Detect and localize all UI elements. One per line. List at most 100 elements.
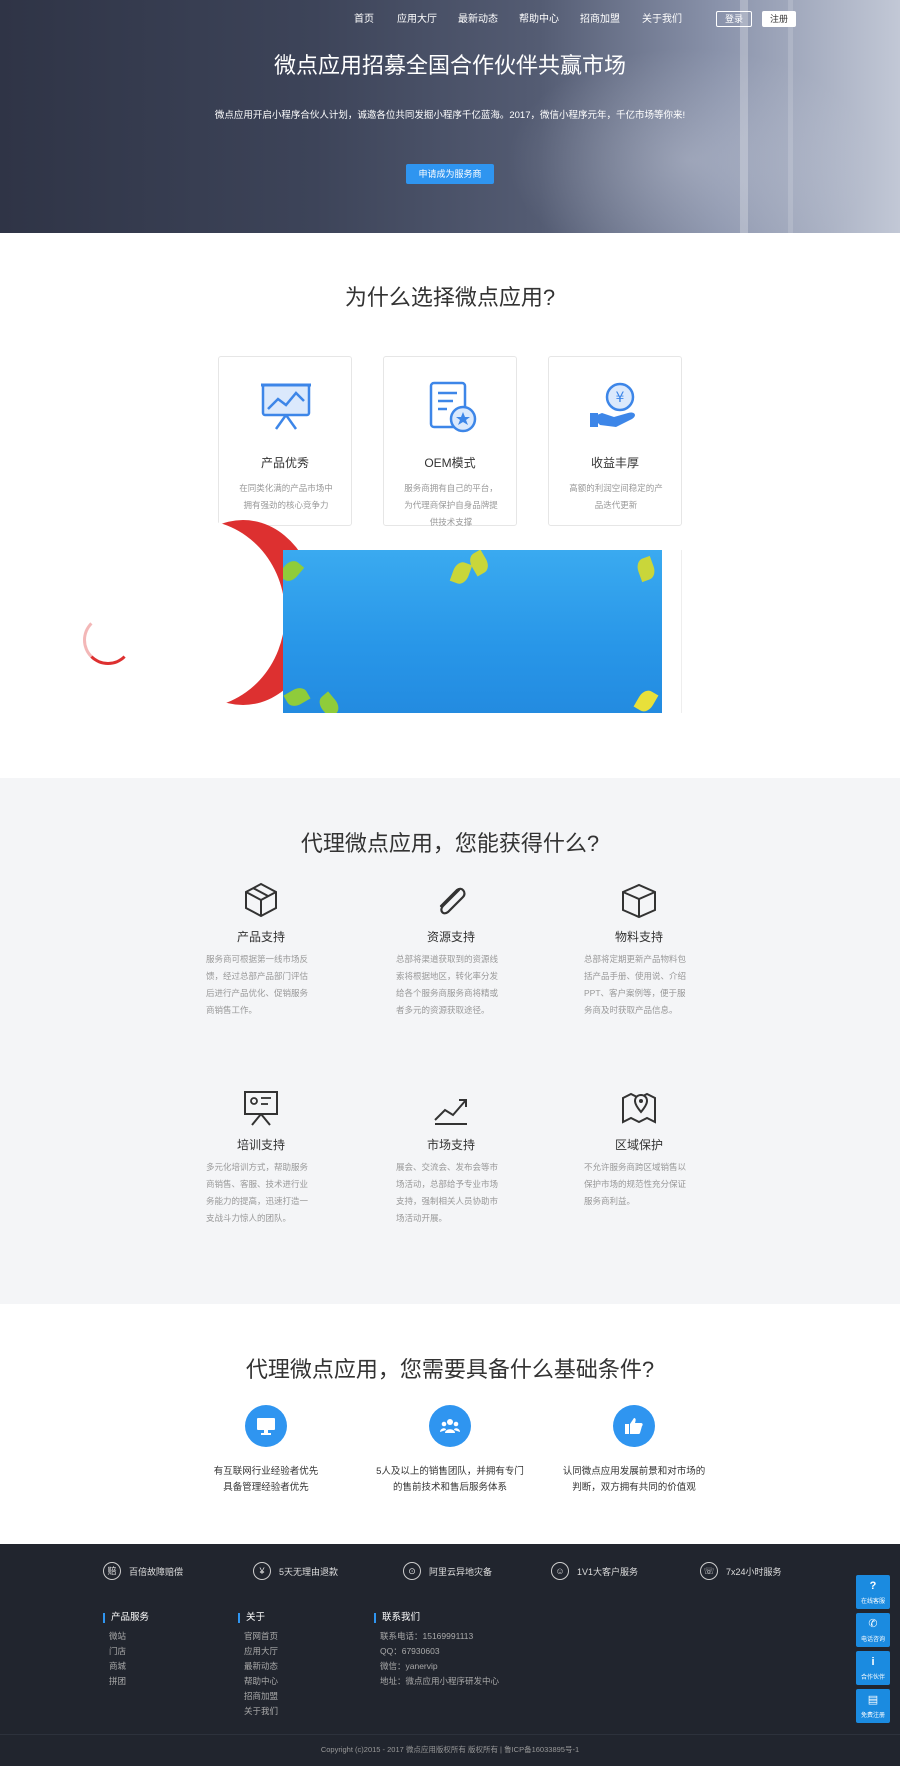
requirement-item: 有互联网行业经验者优先 具备管理经验者优先 — [186, 1405, 346, 1496]
benefit-title: 物料支持 — [614, 930, 663, 944]
footer-link[interactable]: 关于我们 — [244, 1704, 278, 1719]
benefit-item: 物料支持 总部将定期更新产品物料包括产品手册、使用说、介绍PPT、客户案例等，便… — [584, 880, 694, 1019]
footer-link[interactable]: 应用大厅 — [244, 1644, 278, 1659]
benefit-description: 服务商可根据第一线市场反馈，经过总部产品部门评估后进行产品优化、促销服务商销售工… — [206, 954, 309, 1015]
customer-icon: ☺ — [551, 1562, 569, 1580]
float-label: 在线客服 — [860, 1599, 885, 1605]
leaf-decoration — [449, 559, 473, 587]
footer-link[interactable]: 门店 — [109, 1644, 149, 1659]
monitor-icon — [245, 1405, 287, 1447]
footer: 赔 百倍故障赔偿 ¥ 5天无理由退款 ⊙ 阿里云异地灾备 ☺ 1V1大客户服务 … — [0, 1544, 900, 1766]
promise-text: 7x24小时服务 — [726, 1567, 782, 1577]
nav-item-app-hall[interactable]: 应用大厅 — [397, 10, 437, 25]
nav-item-home[interactable]: 首页 — [354, 10, 374, 25]
benefit-description: 不允许服务商跨区域销售以保护市场的规范性充分保证服务商利益。 — [584, 1162, 687, 1206]
leaf-decoration — [283, 557, 305, 585]
document-badge-icon — [429, 381, 477, 433]
promise-text: 百倍故障赔偿 — [129, 1567, 184, 1577]
partner-button[interactable]: i 合作伙伴 — [856, 1651, 890, 1685]
leaf-decoration — [466, 550, 492, 577]
hand-coin-icon: ¥ — [590, 382, 635, 427]
promise-text: 阿里云异地灾备 — [429, 1567, 493, 1577]
thumbs-up-icon — [613, 1405, 655, 1447]
card-title: OEM模式 — [424, 456, 476, 470]
requirement-item: 5人及以上的销售团队，并拥有专门 的售前技术和售后服务体系 — [370, 1405, 530, 1496]
banner-edge — [662, 550, 682, 713]
apply-partner-button[interactable]: 申请成为服务商 — [406, 164, 494, 184]
backup-icon: ⊙ — [403, 1562, 421, 1580]
compensation-icon: 赔 — [103, 1562, 121, 1580]
login-button[interactable]: 登录 — [716, 11, 752, 27]
requirement-text: 5人及以上的销售团队，并拥有专门 的售前技术和售后服务体系 — [376, 1466, 524, 1493]
leaf-decoration — [315, 691, 343, 713]
benefit-title: 市场支持 — [426, 1138, 475, 1152]
nav-item-about[interactable]: 关于我们 — [642, 10, 682, 25]
trend-chart-icon — [434, 1099, 467, 1125]
leaf-decoration — [634, 555, 658, 583]
footer-column-contact: 联系我们 联系电话：15169991113 QQ：67930603 微信：yan… — [374, 1613, 499, 1689]
benefit-item: 培训支持 多元化培训方式，帮助服务商销售、客服、技术进行业务能力的提高，迅速打造… — [206, 1088, 316, 1227]
benefit-item: 区域保护 不允许服务商跨区域销售以保护市场的规范性充分保证服务商利益。 — [584, 1088, 694, 1210]
leaf-decoration — [633, 687, 659, 713]
contact-qq: QQ：67930603 — [380, 1646, 440, 1656]
footer-link[interactable]: 拼团 — [109, 1674, 149, 1689]
promise-text: 1V1大客户服务 — [577, 1567, 639, 1577]
document-icon: ▤ — [867, 1694, 879, 1706]
team-icon — [429, 1405, 471, 1447]
footer-link[interactable]: 官网首页 — [244, 1629, 278, 1644]
hero-subtitle: 微点应用开启小程序合伙人计划，诚邀各位共同发掘小程序千亿蓝海。2017，微信小程… — [214, 110, 686, 121]
copyright-text: Copyright (c)2015 - 2017 微点应用版权所有 版权所有 |… — [320, 1745, 580, 1754]
why-section-title: 为什么选择微点应用? — [344, 285, 556, 310]
benefit-description: 多元化培训方式，帮助服务商销售、客服、技术进行业务能力的提高，迅速打造一支战斗力… — [206, 1162, 309, 1223]
float-label: 电话咨询 — [860, 1637, 885, 1643]
footer-link[interactable]: 最新动态 — [244, 1659, 278, 1674]
why-card: 产品优秀 在同类化满的产品市场中拥有强劲的核心竞争力 — [218, 356, 352, 526]
footer-link[interactable]: 商城 — [109, 1659, 149, 1674]
footer-link[interactable]: 微站 — [109, 1629, 149, 1644]
box-icon — [245, 882, 277, 918]
benefit-item: 资源支持 总部将渠道获取到的资源线索将根据地区，转化率分发给各个服务商服务商将精… — [396, 880, 506, 1019]
promise-text: 5天无理由退款 — [279, 1567, 339, 1577]
map-pin-icon — [622, 1092, 656, 1124]
phone-icon: ☏ — [700, 1562, 718, 1580]
training-board-icon — [244, 1091, 278, 1126]
benefit-title: 区域保护 — [614, 1138, 663, 1152]
package-icon — [622, 883, 656, 919]
card-title: 收益丰厚 — [590, 456, 639, 470]
phone-consult-button[interactable]: ✆ 电话咨询 — [856, 1613, 890, 1647]
card-description: 高额的利润空间稳定的产品迭代更新 — [569, 483, 663, 510]
benefit-title: 资源支持 — [426, 930, 475, 944]
decorative-mask — [110, 520, 285, 708]
requirements-section-title: 代理微点应用，您需要具备什么基础条件? — [245, 1357, 655, 1382]
footer-link[interactable]: 帮助中心 — [244, 1674, 278, 1689]
nav-item-help[interactable]: 帮助中心 — [519, 10, 559, 25]
card-description: 在同类化满的产品市场中拥有强劲的核心竞争力 — [239, 483, 333, 510]
register-button[interactable]: 注册 — [762, 11, 796, 27]
benefit-title: 产品支持 — [236, 930, 285, 944]
footer-column-about: 关于 官网首页 应用大厅 最新动态 帮助中心 招商加盟 关于我们 — [238, 1613, 278, 1719]
nav-item-franchise[interactable]: 招商加盟 — [580, 10, 620, 25]
free-register-button[interactable]: ▤ 免费注册 — [856, 1689, 890, 1723]
footer-column-title: 联系我们 — [374, 1613, 499, 1623]
benefits-section-title: 代理微点应用，您能获得什么? — [300, 831, 600, 856]
float-label: 合作伙伴 — [860, 1675, 885, 1681]
phone-icon: ✆ — [868, 1618, 878, 1630]
online-service-button[interactable]: ? 在线客服 — [856, 1575, 890, 1609]
requirement-text: 有互联网行业经验者优先 具备管理经验者优先 — [213, 1466, 319, 1493]
footer-divider — [0, 1734, 900, 1735]
footer-column-title: 关于 — [238, 1613, 278, 1623]
yen-icon: ¥ — [253, 1562, 271, 1580]
requirement-item: 认同微点应用发展前景和对市场的 判断，双方拥有共同的价值观 — [554, 1405, 714, 1496]
benefit-description: 总部将定期更新产品物料包括产品手册、使用说、介绍PPT、客户案例等，便于服务商及… — [584, 954, 687, 1015]
contact-phone: 联系电话：15169991113 — [380, 1631, 474, 1641]
nav-item-news[interactable]: 最新动态 — [458, 10, 498, 25]
benefit-item: 市场支持 展会、交流会、发布会等市场活动，总部给予专业市场支持，强制相关人员协助… — [396, 1088, 506, 1227]
decorative-red-arc — [83, 615, 133, 665]
presentation-chart-icon — [261, 383, 311, 430]
card-title: 产品优秀 — [260, 456, 309, 470]
footer-link[interactable]: 招商加盟 — [244, 1689, 278, 1704]
svg-text:¥: ¥ — [616, 390, 625, 406]
requirement-text: 认同微点应用发展前景和对市场的 判断，双方拥有共同的价值观 — [562, 1466, 706, 1493]
why-card: ¥ 收益丰厚 高额的利润空间稳定的产品迭代更新 — [548, 356, 682, 526]
hero-banner: 首页 应用大厅 最新动态 帮助中心 招商加盟 关于我们 登录 注册 微点应用招募… — [0, 0, 900, 233]
